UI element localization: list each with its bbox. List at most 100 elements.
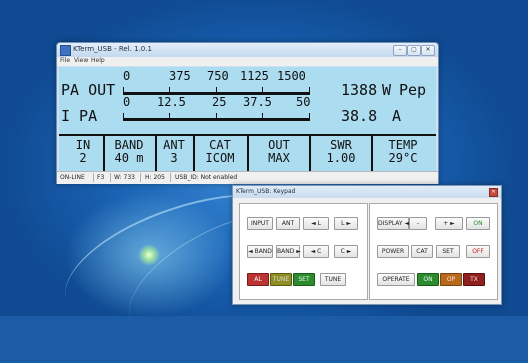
- menu-file[interactable]: File: [60, 57, 70, 64]
- cell-divider: [371, 136, 373, 171]
- ipa-scale-4: 50: [296, 95, 311, 109]
- ipa-tick: [169, 113, 170, 118]
- display-down-button[interactable]: DISPLAY ◄: [377, 217, 409, 230]
- cell-cat-value: ICOM: [205, 151, 235, 165]
- cell-ant-label: ANT: [163, 138, 185, 152]
- pa-tick: [216, 87, 217, 92]
- close-icon[interactable]: ✕: [421, 45, 435, 56]
- ipa-unit: A: [392, 107, 402, 125]
- pa-scale-1: 375: [169, 69, 191, 83]
- cell-temp-value: 29°C: [388, 151, 418, 165]
- cell-in-label: IN: [75, 138, 91, 152]
- ipa-value: 38.8: [341, 107, 378, 125]
- band-down-button[interactable]: ◄ BAND: [247, 245, 273, 258]
- main-titlebar[interactable]: KTerm_USB - Rel. 1.0.1 – ▢ ✕: [57, 43, 438, 57]
- pa-tick: [169, 87, 170, 92]
- op-indicator: OP: [440, 273, 462, 286]
- set-button[interactable]: SET: [436, 245, 460, 258]
- status-usb-id: USB_ID: Not enabled: [175, 174, 238, 181]
- lcd-display: 0 375 750 1125 1500 PA OUT 1388 W Pep 0 …: [59, 67, 436, 171]
- keypad-window: KTerm_USB: Keypad ✕ INPUT ANT ◄ L L ► ◄ …: [232, 185, 502, 305]
- input-button[interactable]: INPUT: [247, 217, 273, 230]
- menu-bar: File View Help: [57, 57, 438, 66]
- pa-scale-3: 1125: [240, 69, 269, 83]
- ipa-scale-1: 12.5: [157, 95, 186, 109]
- ipa-tick: [123, 113, 124, 118]
- pa-scale-4: 1500: [277, 69, 306, 83]
- c-down-button[interactable]: ◄ C: [303, 245, 329, 258]
- cell-ant-value: 3: [170, 151, 178, 165]
- status-f3: F3: [97, 174, 105, 181]
- set-indicator: SET: [293, 273, 315, 286]
- cat-button[interactable]: CAT: [411, 245, 433, 258]
- status-bar: ON-LINE F3 W: 733 H: 205 USB_ID: Not ena…: [57, 171, 438, 184]
- ipa-tick: [216, 113, 217, 118]
- status-divider: [110, 173, 111, 182]
- maximize-icon[interactable]: ▢: [407, 45, 421, 56]
- cell-swr-label: SWR: [330, 138, 352, 152]
- menu-view[interactable]: View: [74, 57, 88, 64]
- ipa-scale-2: 25: [212, 95, 227, 109]
- status-height: H: 205: [145, 174, 165, 181]
- keypad-title: KTerm_USB: Keypad: [236, 188, 296, 195]
- close-icon[interactable]: ✕: [489, 188, 498, 197]
- cell-band-label: BAND: [114, 138, 144, 152]
- on-button[interactable]: ON: [466, 217, 490, 230]
- pa-tick: [262, 87, 263, 92]
- cell-out-label: OUT: [268, 138, 290, 152]
- off-button[interactable]: OFF: [466, 245, 490, 258]
- operate-button[interactable]: OPERATE: [377, 273, 415, 286]
- ipa-tick: [262, 113, 263, 118]
- cell-temp-label: TEMP: [388, 138, 418, 152]
- cell-out-value: MAX: [268, 151, 290, 165]
- keypad-left-panel: INPUT ANT ◄ L L ► ◄ BAND BAND ► ◄ C C ► …: [239, 203, 368, 300]
- al-indicator: AL: [247, 273, 269, 286]
- ipa-scale-0: 0: [123, 95, 131, 109]
- ipa-label: I PA: [61, 107, 98, 125]
- minimize-icon[interactable]: –: [393, 45, 407, 56]
- ant-button[interactable]: ANT: [276, 217, 300, 230]
- pa-out-mode: Pep: [399, 81, 427, 99]
- cell-divider: [247, 136, 249, 171]
- cell-cat-label: CAT: [209, 138, 231, 152]
- cell-divider: [309, 136, 311, 171]
- on-indicator: ON: [417, 273, 439, 286]
- power-button[interactable]: POWER: [377, 245, 409, 258]
- cell-band-value: 40 m: [114, 151, 144, 165]
- tune-indicator: TUNE: [270, 273, 292, 286]
- main-window: KTerm_USB - Rel. 1.0.1 – ▢ ✕ File View H…: [56, 42, 439, 184]
- l-down-button[interactable]: ◄ L: [303, 217, 329, 230]
- plus-button[interactable]: + ►: [435, 217, 463, 230]
- window-title: KTerm_USB - Rel. 1.0.1: [73, 45, 152, 53]
- cell-divider: [193, 136, 195, 171]
- band-up-button[interactable]: BAND ►: [276, 245, 301, 258]
- ipa-bar: [123, 118, 310, 121]
- l-up-button[interactable]: L ►: [334, 217, 358, 230]
- pa-out-unit: W: [382, 81, 392, 99]
- cell-divider: [103, 136, 105, 171]
- pa-out-value: 1388: [341, 81, 378, 99]
- pa-tick: [309, 87, 310, 92]
- cell-in-value: 2: [79, 151, 87, 165]
- status-divider: [170, 173, 171, 182]
- status-online: ON-LINE: [60, 174, 85, 181]
- minus-button[interactable]: -: [409, 217, 427, 230]
- tune-button[interactable]: TUNE: [320, 273, 346, 286]
- wallpaper-glow: [138, 244, 160, 266]
- status-width: W: 733: [114, 174, 135, 181]
- pa-tick: [123, 87, 124, 92]
- status-divider: [93, 173, 94, 182]
- pa-scale-2: 750: [207, 69, 229, 83]
- pa-out-label: PA OUT: [61, 81, 116, 99]
- pa-scale-0: 0: [123, 69, 131, 83]
- menu-help[interactable]: Help: [91, 57, 105, 64]
- ipa-scale-3: 37.5: [243, 95, 272, 109]
- keypad-titlebar[interactable]: KTerm_USB: Keypad ✕: [233, 186, 501, 198]
- status-divider: [140, 173, 141, 182]
- keypad-right-panel: DISPLAY ◄ - + ► ON POWER CAT SET OFF OPE…: [369, 203, 498, 300]
- cell-swr-value: 1.00: [326, 151, 356, 165]
- c-up-button[interactable]: C ►: [334, 245, 358, 258]
- tx-indicator: TX: [463, 273, 485, 286]
- app-icon: [60, 45, 71, 56]
- ipa-tick: [309, 113, 310, 118]
